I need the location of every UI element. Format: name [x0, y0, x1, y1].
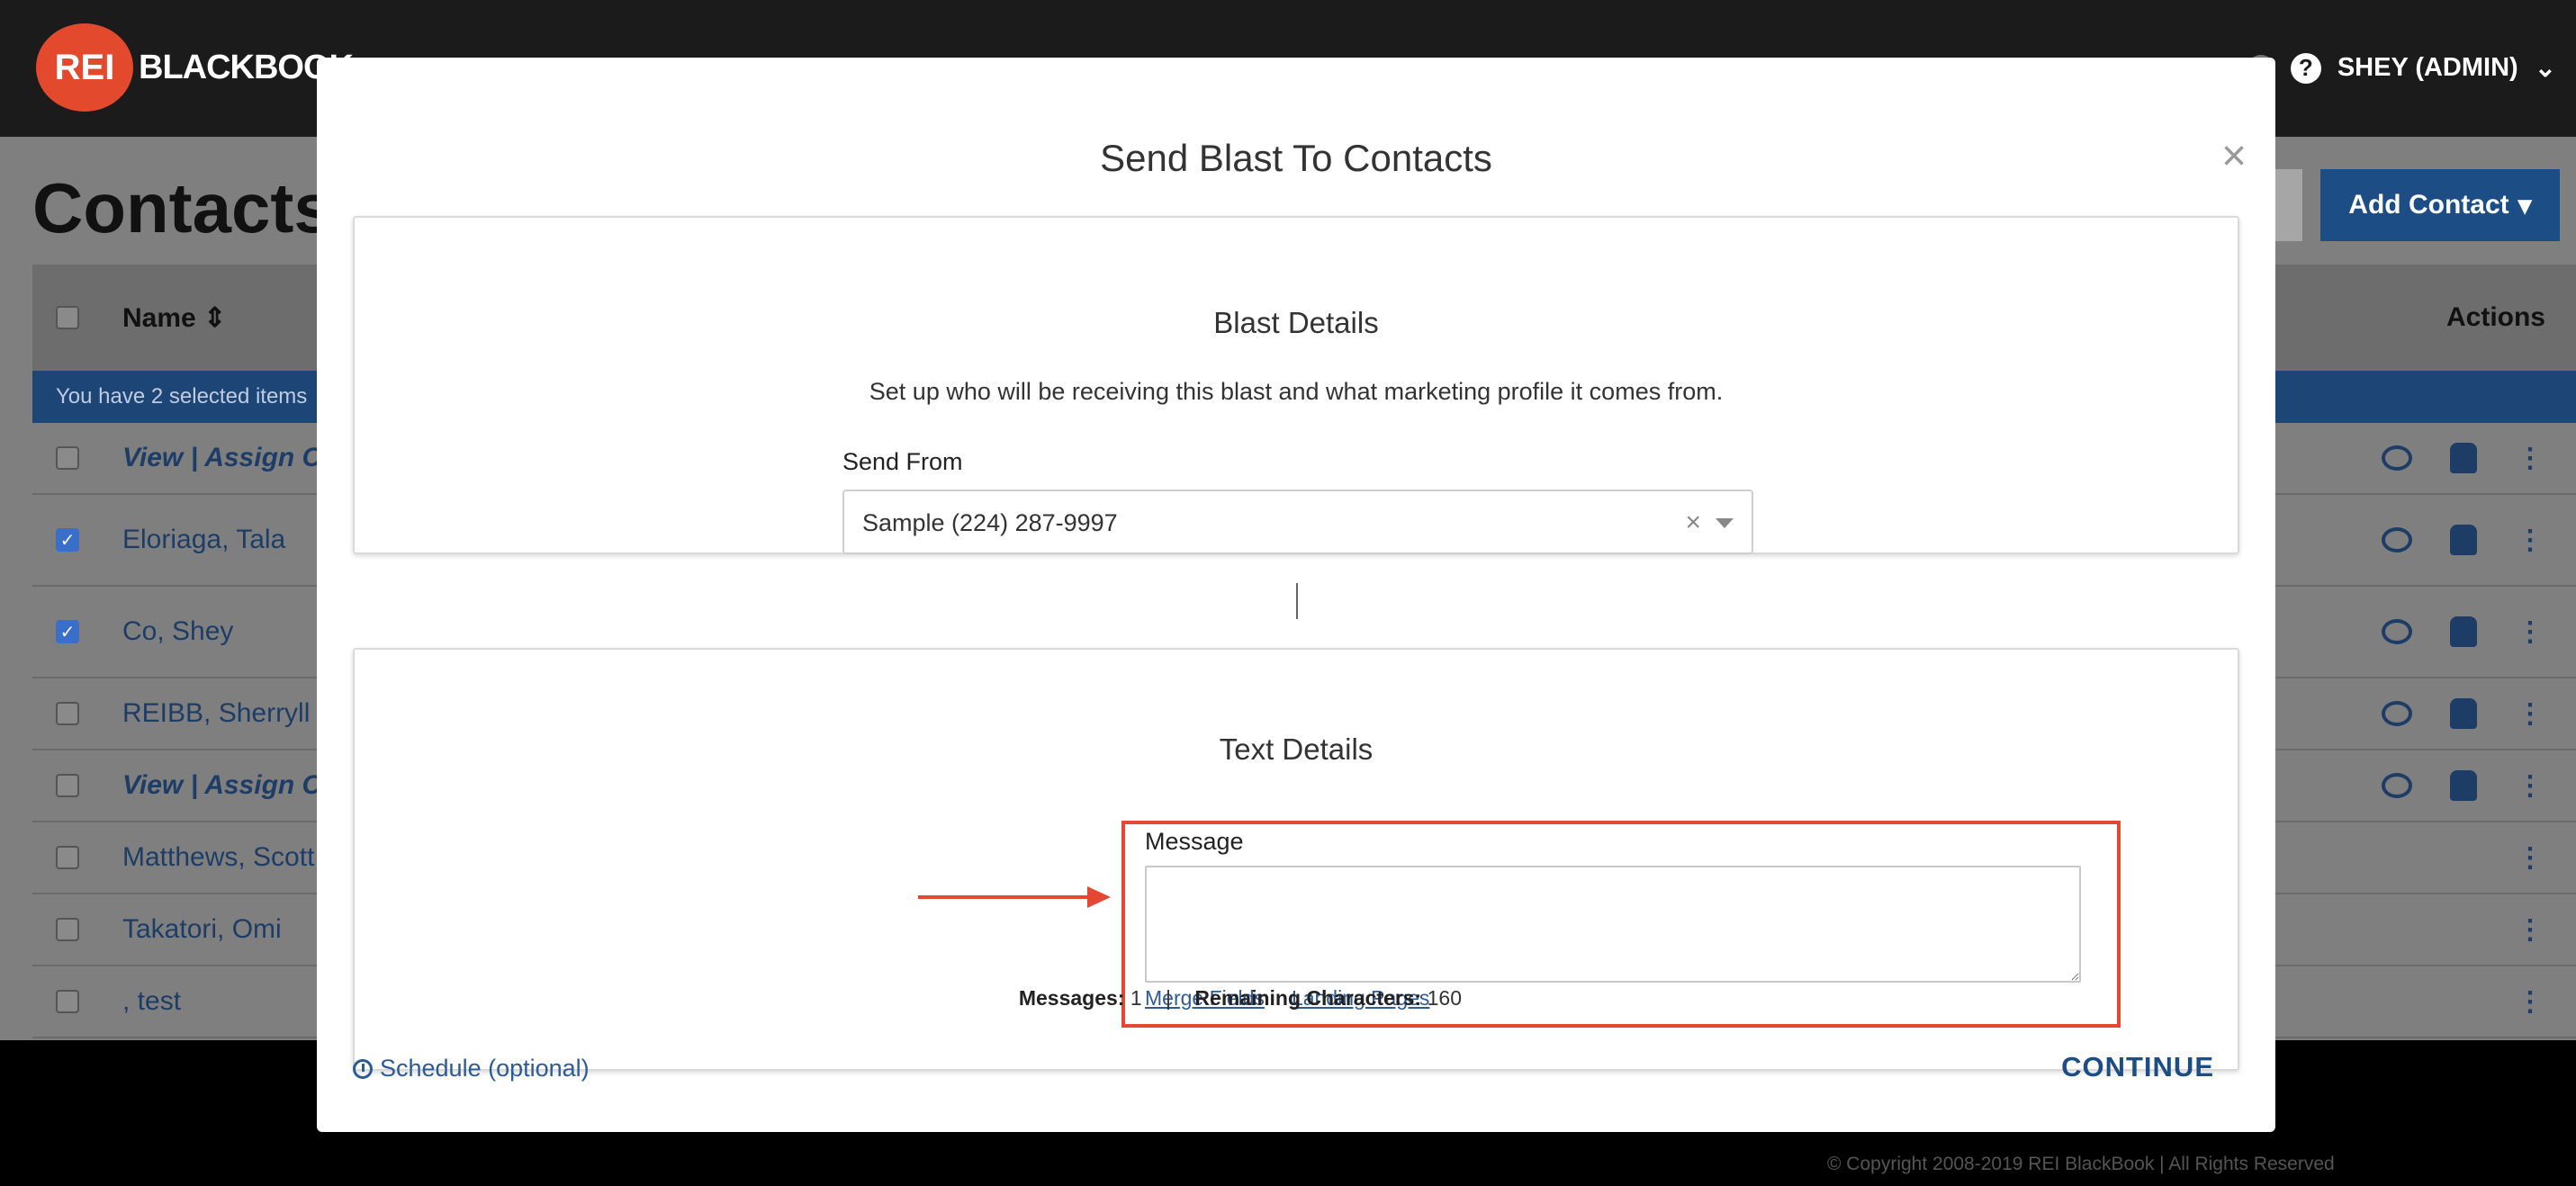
section-connector	[1296, 583, 1298, 619]
sort-icon: ⇕	[203, 302, 227, 333]
caret-down-icon: ▾	[2517, 190, 2532, 220]
schedule-label: Schedule (optional)	[380, 1055, 590, 1082]
copyright-text: © Copyright 2008-2019 REI BlackBook | Al…	[1827, 1154, 2335, 1174]
row-actions: ⋮	[2382, 770, 2545, 801]
page-title: Contacts	[32, 168, 333, 247]
clock-icon	[353, 1058, 373, 1079]
modal-title: Send Blast To Contacts	[1100, 137, 1492, 179]
more-options-icon[interactable]: ⋮	[2515, 443, 2545, 473]
more-options-icon[interactable]: ⋮	[2515, 616, 2545, 647]
message-icon[interactable]	[2382, 525, 2412, 555]
row-actions: ⋮	[2515, 986, 2545, 1017]
more-options-icon[interactable]: ⋮	[2515, 525, 2545, 555]
stats-separator: |	[1166, 986, 1172, 1010]
contact-name[interactable]: REIBB, Sherryll	[122, 698, 310, 729]
message-icon[interactable]	[2382, 770, 2412, 801]
message-stats: Messages: 1 | Remaining Characters: 160	[1019, 986, 1462, 1011]
row-actions: ⋮	[2382, 698, 2545, 729]
row-actions: ⋮	[2515, 914, 2545, 945]
logo-badge: REI	[36, 23, 133, 112]
row-checkbox[interactable]	[56, 990, 79, 1013]
contact-name[interactable]: View | Assign Co	[122, 770, 338, 801]
blast-details-description: Set up who will be receiving this blast …	[869, 378, 1724, 405]
message-icon[interactable]	[2382, 443, 2412, 473]
send-from-value: Sample (224) 287-9997	[862, 509, 1118, 536]
row-checkbox[interactable]	[56, 918, 79, 941]
contact-name[interactable]: View | Assign Co	[122, 443, 338, 473]
row-actions: ⋮	[2382, 525, 2545, 555]
add-contact-label: Add Contact	[2348, 190, 2509, 220]
blast-details-card: Blast Details Set up who will be receivi…	[353, 216, 2239, 554]
help-icon[interactable]: ?	[2290, 52, 2321, 84]
column-header-name[interactable]: Name ⇕	[122, 302, 226, 334]
spy-icon[interactable]	[2448, 616, 2479, 647]
send-from-select[interactable]: Sample (224) 287-9997 ×	[842, 490, 1753, 554]
app-logo[interactable]: REI BLACKBOOK	[36, 23, 354, 112]
select-all-checkbox[interactable]	[56, 306, 79, 329]
annotation-arrowhead-icon	[1087, 886, 1111, 908]
text-details-title: Text Details	[1219, 732, 1374, 766]
top-right-menu: ? SHEY (ADMIN) ⌄	[2247, 52, 2556, 84]
row-checkbox[interactable]: ✓	[56, 620, 79, 643]
annotation-arrow-icon	[918, 895, 1100, 899]
spy-icon[interactable]	[2448, 770, 2479, 801]
schedule-link[interactable]: Schedule (optional)	[353, 1055, 590, 1083]
blast-details-title: Blast Details	[1213, 306, 1379, 339]
column-name-label: Name	[122, 302, 196, 333]
message-icon[interactable]	[2382, 616, 2412, 647]
messages-count: 1	[1130, 986, 1142, 1010]
row-actions: ⋮	[2382, 616, 2545, 647]
more-options-icon[interactable]: ⋮	[2515, 698, 2545, 729]
continue-button[interactable]: CONTINUE	[2061, 1051, 2214, 1083]
message-textarea[interactable]	[1145, 866, 2081, 983]
contact-name[interactable]: Co, Shey	[122, 616, 233, 647]
send-from-label: Send From	[842, 448, 963, 475]
remaining-characters-label: Remaining Characters:	[1194, 986, 1422, 1010]
contact-name[interactable]: Eloriaga, Tala	[122, 525, 285, 555]
row-checkbox[interactable]	[56, 702, 79, 725]
row-checkbox[interactable]	[56, 846, 79, 869]
message-icon[interactable]	[2382, 698, 2412, 729]
add-contact-button[interactable]: Add Contact ▾	[2320, 169, 2560, 241]
row-checkbox[interactable]	[56, 446, 79, 470]
clear-icon[interactable]: ×	[1685, 508, 1701, 538]
row-checkbox[interactable]	[56, 774, 79, 797]
more-options-icon[interactable]: ⋮	[2515, 914, 2545, 945]
chevron-down-icon[interactable]: ⌄	[2535, 52, 2556, 84]
more-options-icon[interactable]: ⋮	[2515, 986, 2545, 1017]
close-icon[interactable]: ×	[2221, 135, 2247, 178]
row-actions: ⋮	[2382, 443, 2545, 473]
row-actions: ⋮	[2515, 842, 2545, 873]
message-label: Message	[1145, 828, 1244, 855]
row-checkbox[interactable]: ✓	[56, 528, 79, 552]
send-blast-modal: Send Blast To Contacts × Blast Details S…	[317, 58, 2275, 1132]
contact-name[interactable]: Takatori, Omi	[122, 914, 282, 945]
contact-name[interactable]: Matthews, Scott	[122, 842, 314, 873]
user-menu[interactable]: SHEY (ADMIN)	[2337, 53, 2518, 83]
spy-icon[interactable]	[2448, 443, 2479, 473]
contact-name[interactable]: , test	[122, 986, 181, 1017]
column-header-actions: Actions	[2445, 302, 2545, 332]
caret-down-icon[interactable]	[1716, 518, 1734, 528]
messages-label: Messages:	[1018, 986, 1125, 1010]
spy-icon[interactable]	[2448, 698, 2479, 729]
more-options-icon[interactable]: ⋮	[2515, 842, 2545, 873]
remaining-characters-count: 160	[1427, 986, 1462, 1010]
more-options-icon[interactable]: ⋮	[2515, 770, 2545, 801]
spy-icon[interactable]	[2448, 525, 2479, 555]
